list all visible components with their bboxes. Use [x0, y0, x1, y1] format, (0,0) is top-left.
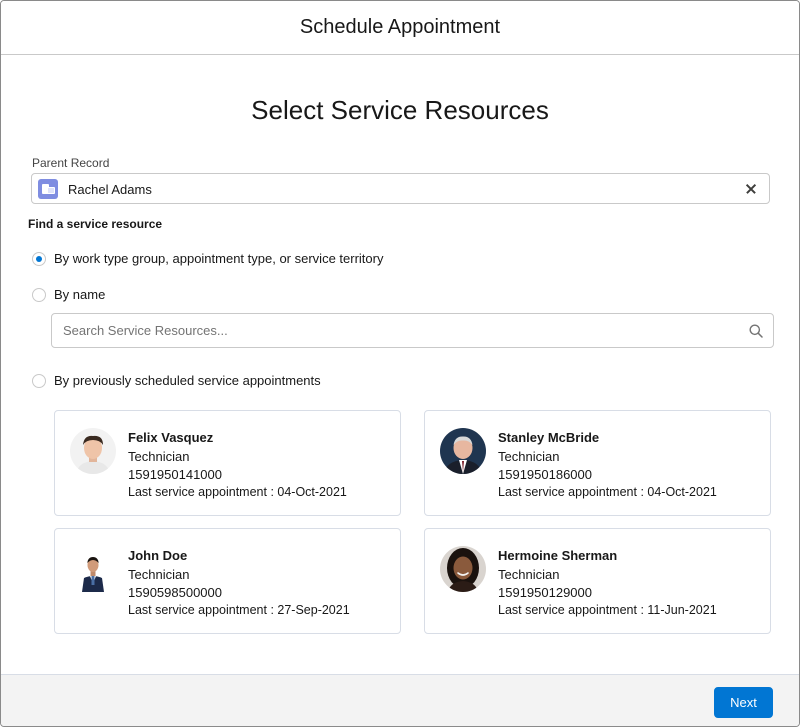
radio-label-previous-appointments: By previously scheduled service appointm… [54, 373, 321, 388]
resource-name: Felix Vasquez [128, 430, 214, 445]
resource-role: Technician [498, 449, 560, 464]
parent-record-value: Rachel Adams [68, 182, 152, 197]
resource-last-appointment: Last service appointment : 04-Oct-2021 [498, 485, 717, 499]
search-input[interactable] [52, 314, 773, 347]
modal-footer: Next [1, 674, 799, 726]
parent-record-label: Parent Record [32, 156, 110, 170]
radio-option-work-type[interactable]: By work type group, appointment type, or… [32, 251, 383, 266]
avatar [440, 428, 486, 474]
resource-role: Technician [498, 567, 560, 582]
radio-button-previous-appointments[interactable] [32, 373, 46, 388]
search-field[interactable] [51, 313, 774, 348]
radio-label-by-name: By name [54, 287, 106, 302]
radio-option-previous-appointments[interactable]: By previously scheduled service appointm… [32, 373, 321, 388]
clear-selection-icon[interactable] [741, 179, 761, 199]
resource-role: Technician [128, 449, 190, 464]
parent-record-lookup[interactable]: Rachel Adams [31, 173, 770, 204]
radio-button-work-type[interactable] [32, 251, 46, 266]
search-icon [749, 324, 763, 338]
radio-option-by-name[interactable]: By name [32, 287, 105, 302]
resource-card-stanley-mcbride[interactable]: Stanley McBride Technician 1591950186000… [424, 410, 771, 516]
modal-header: Schedule Appointment [1, 1, 799, 55]
resource-card-hermoine-sherman[interactable]: Hermoine Sherman Technician 159195012900… [424, 528, 771, 634]
resource-name: Stanley McBride [498, 430, 600, 445]
avatar [70, 428, 116, 474]
avatar [70, 546, 116, 592]
modal-title: Schedule Appointment [299, 16, 501, 38]
resource-last-appointment: Last service appointment : 27-Sep-2021 [128, 603, 350, 617]
resource-phone: 1591950129000 [498, 585, 592, 600]
resource-phone: 1591950186000 [498, 467, 592, 482]
resource-name: Hermoine Sherman [498, 548, 618, 563]
page-title: Select Service Resources [251, 95, 549, 125]
schedule-appointment-modal: Schedule Appointment Select Service Reso… [0, 0, 800, 727]
account-icon [38, 179, 58, 199]
find-resource-label: Find a service resource [28, 217, 163, 231]
avatar [440, 546, 486, 592]
resource-phone: 1590598500000 [128, 585, 222, 600]
resource-last-appointment: Last service appointment : 11-Jun-2021 [498, 603, 717, 617]
resource-role: Technician [128, 567, 190, 582]
resource-last-appointment: Last service appointment : 04-Oct-2021 [128, 485, 347, 499]
resource-card-john-doe[interactable]: John Doe Technician 1590598500000 Last s… [54, 528, 401, 634]
radio-label-work-type: By work type group, appointment type, or… [54, 251, 384, 266]
resource-card-felix-vasquez[interactable]: Felix Vasquez Technician 1591950141000 L… [54, 410, 401, 516]
radio-button-by-name[interactable] [32, 287, 46, 302]
resource-name: John Doe [128, 548, 188, 563]
next-button[interactable]: Next [714, 687, 773, 718]
resource-phone: 1591950141000 [128, 467, 222, 482]
